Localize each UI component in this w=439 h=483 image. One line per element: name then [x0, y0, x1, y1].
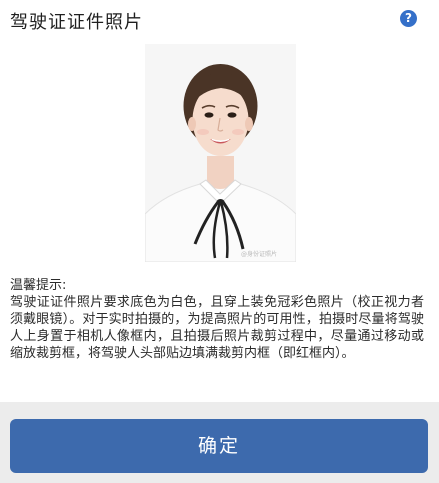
tips-body: 驾驶证证件照片要求底色为白色，且穿上装免冠彩色照片（校正视力者须戴眼镜）。对于实…: [10, 295, 424, 361]
confirm-button[interactable]: 确定: [10, 419, 428, 473]
tips-heading: 温馨提示:: [10, 278, 67, 293]
help-icon[interactable]: ?: [400, 10, 417, 27]
page-title: 驾驶证证件照片: [10, 12, 143, 33]
header: 驾驶证证件照片 ?: [0, 0, 439, 40]
tips-section: 温馨提示: 驾驶证证件照片要求底色为白色，且穿上装免冠彩色照片（校正视力者须戴眼…: [10, 277, 424, 362]
photo-page: 驾驶证证件照片 ? @身份证照片 温馨提示: 驾驶证证件照片要求底色为白色，且穿…: [0, 0, 439, 483]
bottom-bar: 确定: [0, 402, 439, 483]
license-photo: @身份证照片: [145, 44, 296, 262]
portrait-image: @身份证照片: [145, 44, 296, 262]
photo-watermark: @身份证照片: [241, 250, 277, 258]
